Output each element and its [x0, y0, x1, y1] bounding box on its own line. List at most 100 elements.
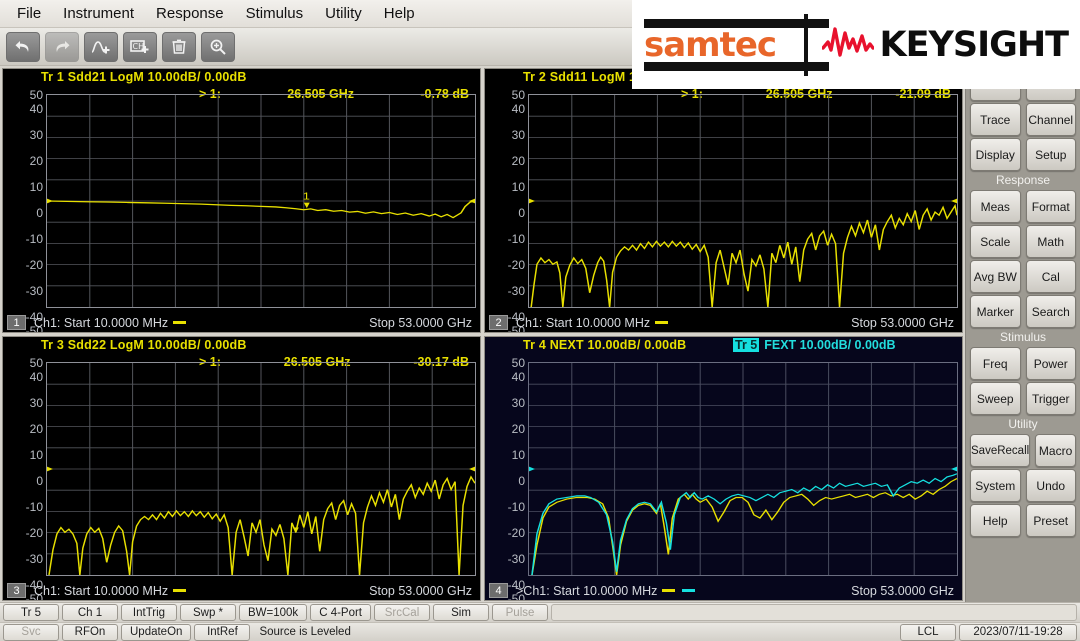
y-tick--20: -20	[507, 258, 525, 272]
status-swp--button[interactable]: Swp *	[180, 604, 236, 621]
panel-1-number[interactable]: 1	[7, 315, 26, 330]
softkey-search[interactable]: Search	[1025, 295, 1076, 328]
vna-application-window: File Instrument Response Stimulus Utilit…	[0, 0, 1080, 641]
status-svc-button[interactable]: Svc	[3, 623, 59, 641]
panel-3-plot[interactable]	[46, 362, 476, 576]
softkey-row: Trace Channel	[970, 103, 1076, 136]
status-rfon-button[interactable]: RFOn	[62, 623, 118, 641]
status-intref-button[interactable]: IntRef	[194, 623, 251, 641]
panel-3-stop: Stop 53.0000 GHz	[369, 583, 472, 598]
panel-4-stop: Stop 53.0000 GHz	[851, 583, 954, 598]
y-tick--30: -30	[507, 552, 525, 566]
softkey-setup[interactable]: Setup	[1025, 138, 1076, 171]
panel-2-start: Ch1: Start 10.0000 MHz	[516, 316, 670, 330]
menu-item-stimulus[interactable]: Stimulus	[235, 3, 315, 24]
softkey-format[interactable]: Format	[1025, 190, 1076, 223]
softkey-row: Save Recall Macro	[970, 434, 1076, 467]
undo-icon	[13, 38, 33, 56]
redo-button[interactable]	[45, 31, 79, 62]
keysight-wave-icon	[820, 24, 875, 65]
status-srccal-button[interactable]: SrcCal	[374, 604, 431, 621]
status-pulse-button[interactable]: Pulse	[492, 604, 549, 621]
softkey-sweep[interactable]: Sweep	[970, 382, 1021, 415]
panel-3-chart	[47, 363, 475, 575]
panel-1-plot[interactable]: 1	[46, 94, 476, 308]
add-trace-button[interactable]	[84, 31, 118, 62]
menu-item-help[interactable]: Help	[373, 3, 426, 24]
softkey-preset[interactable]: Preset	[1025, 504, 1076, 537]
y-tick-40: 40	[511, 102, 525, 116]
softkey-undo[interactable]: Undo	[1025, 469, 1076, 502]
panel-4-plot[interactable]	[528, 362, 958, 576]
delete-button[interactable]	[162, 31, 196, 62]
trace-panel-3[interactable]: Tr 3 Sdd22 LogM 10.00dB/ 0.00dB > 1: 26.…	[2, 336, 481, 601]
softkey-power[interactable]: Power	[1025, 347, 1076, 380]
menu-item-file[interactable]: File	[6, 3, 52, 24]
panel-3-start: Ch1: Start 10.0000 MHz	[34, 584, 188, 598]
softkey-meas[interactable]: Meas	[970, 190, 1021, 223]
softkey-group-utility: Utility	[1008, 417, 1038, 431]
status-sim-button[interactable]: Sim	[433, 604, 490, 621]
lcl-indicator[interactable]: LCL	[900, 623, 956, 641]
panel-2-plot[interactable]	[528, 94, 958, 308]
y-tick-0: 0	[518, 474, 525, 488]
add-channel-icon: CH	[129, 38, 151, 56]
panel-1-channel: Ch1: Start	[34, 315, 91, 330]
menu-item-response[interactable]: Response	[145, 3, 235, 24]
add-channel-button[interactable]: CH	[123, 31, 157, 62]
status-ch-1-button[interactable]: Ch 1	[62, 604, 118, 621]
panel-2-stop: Stop 53.0000 GHz	[851, 315, 954, 330]
panel-3-footer: 3 Ch1: Start 10.0000 MHz Stop 53.0000 GH…	[3, 581, 480, 600]
undo-button[interactable]	[6, 31, 40, 62]
softkey-display[interactable]: Display	[970, 138, 1021, 171]
trace-panel-4[interactable]: Tr 4 NEXT 10.00dB/ 0.00dB Tr 5 FEXT 10.00…	[484, 336, 963, 601]
status-tr-5-button[interactable]: Tr 5	[3, 604, 59, 621]
softkey-freq[interactable]: Freq	[970, 347, 1021, 380]
softkey-channel[interactable]: Channel	[1025, 103, 1076, 136]
softkey-macro[interactable]: Macro	[1035, 434, 1076, 467]
softkey-math[interactable]: Math	[1025, 225, 1076, 258]
menu-item-utility[interactable]: Utility	[314, 3, 373, 24]
softkey-trace[interactable]: Trace	[970, 103, 1021, 136]
panel-2-number[interactable]: 2	[489, 315, 508, 330]
y-tick-40: 40	[29, 102, 43, 116]
softkey-save-recall[interactable]: Save Recall	[970, 434, 1031, 467]
softkey-cal[interactable]: Cal	[1025, 260, 1076, 293]
panel-4-trace5-badge[interactable]: Tr 5	[733, 338, 760, 352]
softkey-help[interactable]: Help	[970, 504, 1021, 537]
panel-1-start: Ch1: Start 10.0000 MHz	[34, 316, 188, 330]
y-tick-20: 20	[511, 422, 525, 436]
softkey-avg-bw[interactable]: Avg BW	[970, 260, 1021, 293]
status-c-4-port-button[interactable]: C 4-Port	[310, 604, 372, 621]
softkey-row: Help Preset	[970, 504, 1076, 537]
trace-panel-1[interactable]: Tr 1 Sdd21 LogM 10.00dB/ 0.00dB > 1: 26.…	[2, 68, 481, 333]
softkey-trigger[interactable]: Trigger	[1025, 382, 1076, 415]
trace-panel-2[interactable]: Tr 2 Sdd11 LogM 10.00dB/ 0.00dB > 1: 26.…	[484, 68, 963, 333]
status-updateon-button[interactable]: UpdateOn	[121, 623, 192, 641]
panel-4-channel: >Ch1: Start	[516, 583, 580, 598]
add-trace-icon	[90, 38, 112, 56]
softkey-system[interactable]: System	[970, 469, 1021, 502]
panel-2-chart	[529, 95, 957, 307]
softkey-scale[interactable]: Scale	[970, 225, 1021, 258]
y-tick-0: 0	[36, 474, 43, 488]
trace-color-swatch	[173, 320, 187, 324]
panel-2-channel: Ch1: Start	[516, 315, 573, 330]
panel-1-footer: 1 Ch1: Start 10.0000 MHz Stop 53.0000 GH…	[3, 313, 480, 332]
menu-item-instrument[interactable]: Instrument	[52, 3, 145, 24]
logo-overlay: samtec KEYSIGHT	[632, 0, 1080, 89]
panel-4-number[interactable]: 4	[489, 583, 508, 598]
y-tick-50: 50	[511, 356, 525, 370]
zoom-in-button[interactable]	[201, 31, 235, 62]
samtec-wordmark: samtec	[644, 24, 777, 65]
panel-2-start-freq: 10.0000 MHz	[575, 315, 651, 330]
panel-3-title: Tr 3 Sdd22 LogM 10.00dB/ 0.00dB	[41, 338, 247, 352]
svg-text:1: 1	[303, 191, 310, 202]
panel-3-number[interactable]: 3	[7, 583, 26, 598]
y-tick--20: -20	[507, 526, 525, 540]
panel-2-footer: 2 Ch1: Start 10.0000 MHz Stop 53.0000 GH…	[485, 313, 962, 332]
status-inttrig-button[interactable]: IntTrig	[121, 604, 177, 621]
y-tick-40: 40	[511, 370, 525, 384]
softkey-marker[interactable]: Marker	[970, 295, 1021, 328]
status-bw-100k-button[interactable]: BW=100k	[239, 604, 308, 621]
